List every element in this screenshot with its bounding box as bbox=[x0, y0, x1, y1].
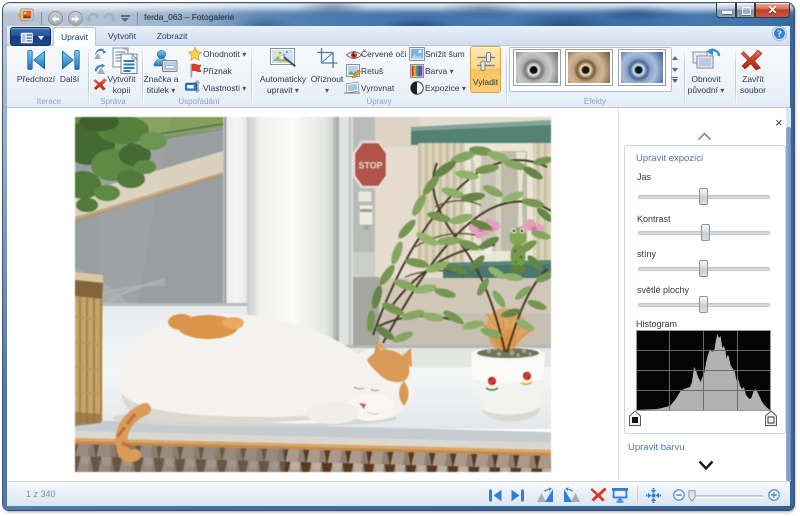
svg-text:?: ? bbox=[777, 30, 782, 40]
